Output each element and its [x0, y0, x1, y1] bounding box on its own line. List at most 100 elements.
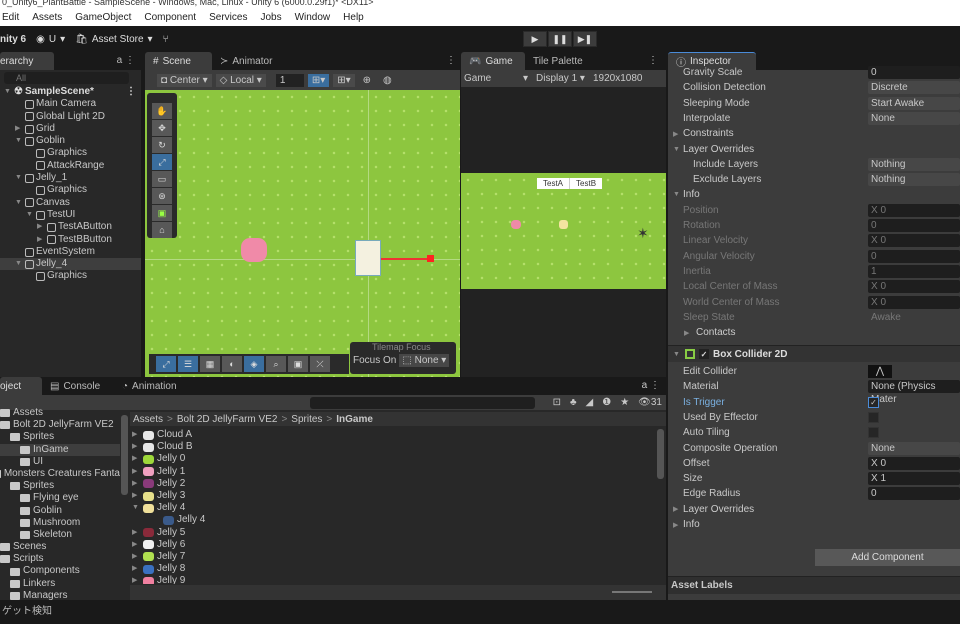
scene-viewport[interactable]: ✋ ✥ ↻ ⤢ ▭ ⊛ ▣ ⌂ ⤢ ☰ ▦ ◐ ◈ ⌕ ▣ ⤫ Tilemap Focus F…	[145, 90, 460, 377]
folder-item[interactable]: Monsters Creatures Fanta	[0, 468, 120, 480]
value-field[interactable]: 0	[868, 487, 960, 501]
step-button[interactable]: ▶❚	[573, 31, 597, 47]
expand-arrow[interactable]: ▶	[132, 527, 140, 539]
tile-select-icon[interactable]: ⤢	[156, 356, 176, 372]
hierarchy-item[interactable]: ▼ Goblin	[0, 135, 141, 147]
pause-button[interactable]: ❚❚	[548, 31, 572, 47]
asset-item[interactable]: ▶ Cloud B	[130, 441, 650, 453]
play-button[interactable]: ▶	[523, 31, 547, 47]
checkbox[interactable]: ✓	[868, 396, 879, 408]
asset-item[interactable]: ▶ Jelly 2	[130, 478, 650, 490]
custom-tool[interactable]: ⌂	[152, 222, 172, 238]
asset-item[interactable]: ▶ Jelly 7	[130, 551, 650, 563]
folder-item[interactable]: Bolt 2D JellyFarm VE2	[0, 419, 120, 431]
tab-project[interactable]: oject	[0, 377, 42, 395]
display-dropdown[interactable]: Display 1 ▾	[536, 73, 585, 84]
expand-arrow[interactable]: ▶	[132, 478, 140, 490]
test-b-button[interactable]: TestB	[570, 178, 602, 189]
dropdown[interactable]: Discrete	[868, 81, 960, 95]
expand-arrow[interactable]: ▶	[132, 441, 140, 453]
menu-edit[interactable]: Edit	[2, 12, 19, 23]
tree-scrollbar[interactable]	[121, 415, 128, 495]
expand-arrow[interactable]: ▼	[15, 258, 23, 270]
gizmo-handle[interactable]	[427, 255, 434, 262]
tab-animation[interactable]: ◔ Animation	[114, 377, 185, 395]
asset-item[interactable]: ▶ Jelly 9	[130, 575, 650, 584]
tile-pick-icon[interactable]: ◈	[244, 356, 264, 372]
version-control-icon[interactable]: ⑂	[163, 34, 169, 45]
hierarchy-item[interactable]: ▶ Grid	[0, 123, 141, 135]
asset-store-button[interactable]: 🛍 Asset Store ▾	[75, 34, 152, 45]
alert-icon[interactable]: ❶	[602, 397, 611, 408]
hierarchy-item[interactable]: Main Camera	[0, 98, 141, 110]
folder-item[interactable]: Goblin	[0, 505, 120, 517]
hierarchy-item[interactable]: ▶ TestAButton	[0, 221, 141, 233]
box-collider-header[interactable]: ▼ ✓ Box Collider 2D	[668, 345, 960, 362]
expand-arrow[interactable]: ▼	[15, 197, 23, 209]
asset-item[interactable]: ▶ Jelly 6	[130, 539, 650, 551]
tab-console[interactable]: ▤ Console	[42, 377, 114, 395]
value-field[interactable]: 0	[868, 66, 960, 79]
account-button[interactable]: ◉ U ▾	[36, 34, 65, 45]
hand-tool[interactable]: ✋	[152, 103, 172, 119]
dropdown[interactable]: None	[868, 441, 960, 455]
asset-item[interactable]: ▶ Jelly 8	[130, 563, 650, 575]
grid-visibility-dropdown[interactable]: ⊞▾	[333, 73, 355, 87]
expand-arrow[interactable]: ▶	[132, 453, 140, 465]
scene-root[interactable]: ▼ ☢ SampleScene* ⋮	[0, 86, 141, 98]
menu-window[interactable]: Window	[295, 12, 331, 23]
value-field[interactable]: X 0	[868, 456, 960, 470]
expand-arrow[interactable]: ▼	[26, 209, 34, 221]
hierarchy-item[interactable]: Global Light 2D	[0, 111, 141, 123]
rect-tool[interactable]: ▭	[152, 171, 172, 187]
move-tool[interactable]: ✥	[152, 120, 172, 136]
field-label[interactable]: Info	[673, 189, 700, 200]
game-mode-dropdown[interactable]: Game ▾	[464, 73, 528, 84]
hierarchy-item[interactable]: EventSystem	[0, 246, 141, 258]
menu-jobs[interactable]: Jobs	[260, 12, 281, 23]
value-field[interactable]: None (Physics Mater	[868, 380, 960, 405]
expand-arrow[interactable]: ▶	[132, 551, 140, 563]
project-search-input[interactable]	[310, 396, 535, 409]
tile-move-icon[interactable]: ☰	[178, 356, 198, 372]
checkbox[interactable]	[868, 411, 879, 423]
expand-arrow[interactable]: ▶	[132, 539, 140, 551]
expand-arrow[interactable]: ▶	[132, 575, 140, 584]
component-enabled-checkbox[interactable]: ✓	[699, 349, 709, 359]
field-label[interactable]: Layer Overrides	[673, 144, 754, 155]
asset-labels-header[interactable]: Asset Labels	[668, 576, 960, 594]
field-label[interactable]: Contacts	[686, 327, 735, 338]
search-by-type-icon[interactable]: ⊡	[553, 397, 561, 408]
gizmo-globe-icon[interactable]: ⊕	[359, 74, 375, 87]
dropdown[interactable]: Nothing	[868, 157, 960, 171]
asset-item[interactable]: ▶ Jelly 1	[130, 466, 650, 478]
asset-item[interactable]: Jelly 4	[130, 514, 650, 526]
hierarchy-item[interactable]: ▼ TestUI	[0, 209, 141, 221]
hierarchy-search-input[interactable]	[4, 72, 129, 84]
tile-fill-icon[interactable]: ⤫	[310, 356, 330, 372]
folder-item[interactable]: Linkers	[0, 578, 120, 590]
hierarchy-item[interactable]: ▼ Canvas	[0, 197, 141, 209]
breadcrumb-item[interactable]: Assets	[133, 414, 163, 425]
add-component-button[interactable]: Add Component	[815, 549, 960, 566]
collider-tool[interactable]: ▣	[152, 205, 172, 221]
tile-paint-icon[interactable]: ▦	[200, 356, 220, 372]
test-a-button[interactable]: TestA	[537, 178, 571, 189]
grid-snap-toggle[interactable]: ⊞▾	[307, 73, 330, 87]
tab-game[interactable]: 🎮 Game	[461, 52, 525, 70]
folder-item[interactable]: Flying eye	[0, 492, 120, 504]
field-label[interactable]: Layer Overrides	[673, 504, 754, 515]
selected-jelly-sprite[interactable]	[355, 240, 381, 276]
space-dropdown[interactable]: ◇ Local ▾	[215, 73, 266, 87]
folder-item[interactable]: Sprites	[0, 431, 120, 443]
edit-collider-button[interactable]: ⋀	[868, 365, 892, 378]
folder-item[interactable]: Skeleton	[0, 529, 120, 541]
jelly-sprite[interactable]	[241, 238, 267, 262]
menu-component[interactable]: Component	[144, 12, 196, 23]
tab-animator[interactable]: ≻ Animator	[212, 52, 281, 70]
move-gizmo-x[interactable]	[381, 258, 429, 260]
expand-arrow[interactable]: ▶	[132, 563, 140, 575]
hierarchy-item[interactable]: AttackRange	[0, 160, 141, 172]
transform-tool[interactable]: ⊛	[152, 188, 172, 204]
dropdown[interactable]: Nothing	[868, 173, 960, 187]
